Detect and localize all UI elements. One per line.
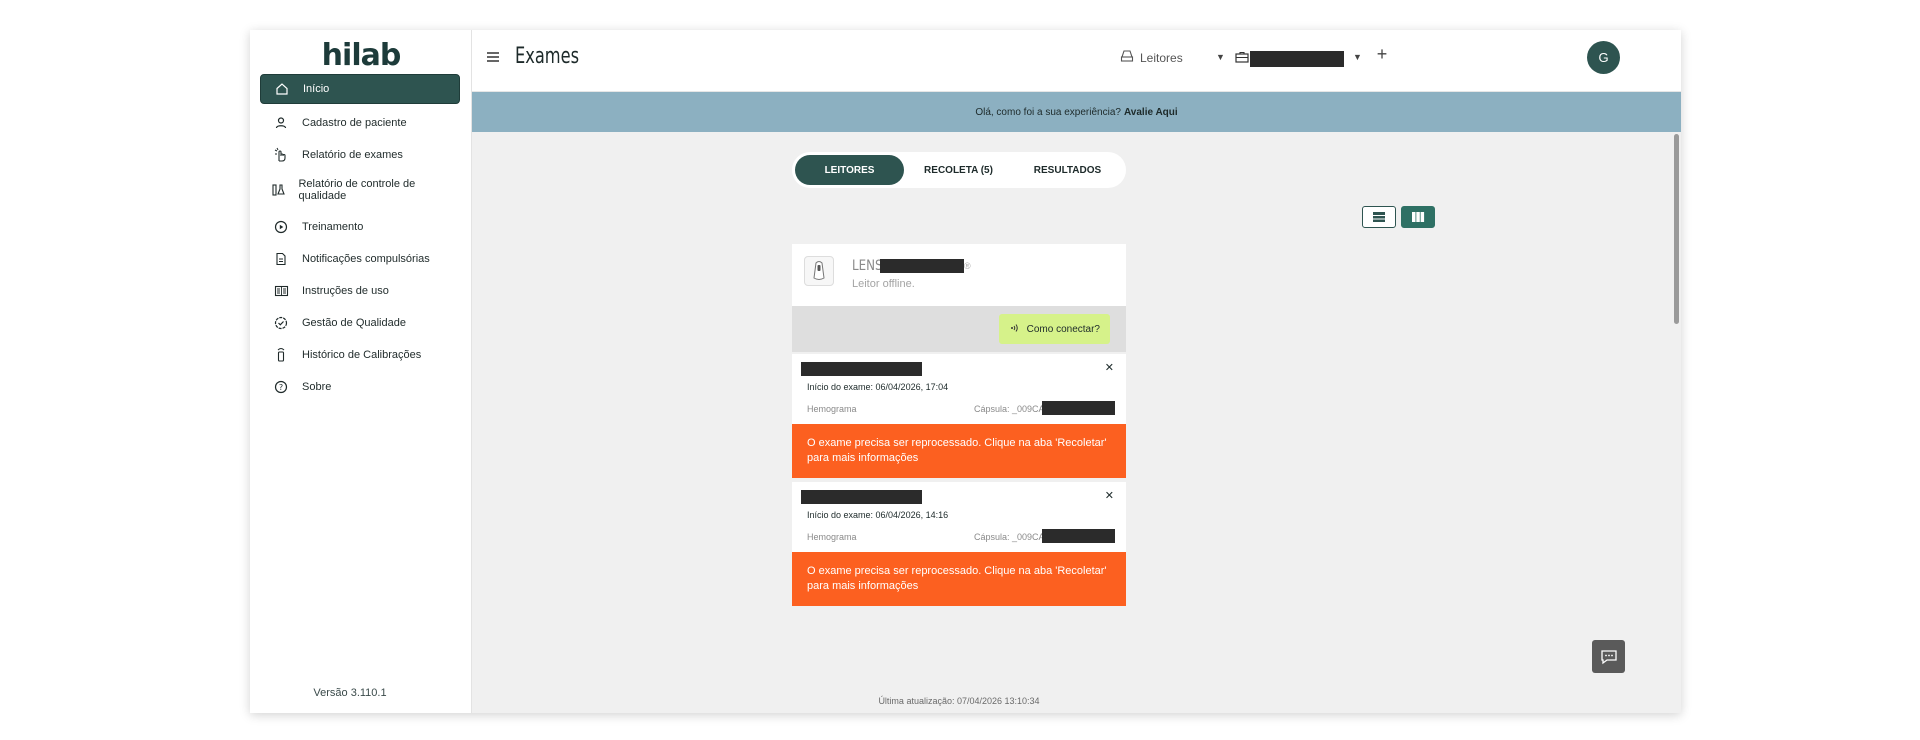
exam-tabs: LEITORES RECOLETA (5) RESULTADOS [792, 152, 1126, 188]
readers-dropdown[interactable]: Leitores [1120, 50, 1183, 65]
tab-resultados[interactable]: RESULTADOS [1013, 155, 1122, 185]
sidebar-item-label: Histórico de Calibrações [302, 349, 422, 361]
page-title: Exames [515, 44, 580, 69]
add-button[interactable]: + [1372, 44, 1392, 65]
exam-type: Hemograma [807, 532, 857, 542]
book-icon [260, 284, 302, 298]
sidebar-item-cadastro-paciente[interactable]: Cadastro de paciente [260, 108, 460, 138]
chat-button[interactable] [1592, 640, 1625, 673]
reprocess-warning[interactable]: O exame precisa ser reprocessado. Clique… [792, 552, 1126, 606]
play-circle-icon [260, 220, 302, 234]
registered-mark-icon: ® [964, 261, 971, 271]
sidebar-item-label: Sobre [302, 381, 332, 393]
lens-device-icon [804, 256, 834, 286]
exam-capsule: Cápsula: _009CA [974, 404, 1045, 414]
app-version: Versão 3.110.1 [313, 687, 387, 699]
flask-chart-icon [260, 182, 298, 198]
exam-start: Início do exame: 06/04/2026, 14:16 [807, 510, 949, 520]
exam-card: ✕ Início do exame: 06/04/2026, 17:04 Hem… [792, 354, 1126, 478]
redacted-capsule-id [1042, 529, 1115, 543]
how-to-connect-label: Como conectar? [1026, 323, 1100, 335]
sidebar-item-label: Relatório de controle de qualidade [298, 178, 416, 202]
reader-device-icon [1120, 50, 1134, 65]
exam-type: Hemograma [807, 404, 857, 414]
how-to-connect-button[interactable]: Como conectar? [998, 314, 1110, 344]
top-header: Exames Leitores ▼ ▼ + G [472, 30, 1681, 92]
avatar[interactable]: G [1587, 41, 1620, 74]
exam-start: Início do exame: 06/04/2026, 17:04 [807, 382, 949, 392]
close-icon[interactable]: ✕ [1105, 489, 1114, 502]
user-icon [260, 116, 302, 130]
sidebar-item-label: Instruções de uso [302, 285, 389, 297]
reprocess-warning[interactable]: O exame precisa ser reprocessado. Clique… [792, 424, 1126, 478]
main-content: LEITORES RECOLETA (5) RESULTADOS LENS- ®… [472, 132, 1681, 713]
sidebar-item-instrucoes[interactable]: Instruções de uso [260, 276, 460, 306]
hamburger-menu-icon[interactable] [486, 50, 500, 68]
exam-capsule: Cápsula: _009CA [974, 532, 1045, 542]
exam-card: ✕ Início do exame: 06/04/2026, 14:16 Hem… [792, 482, 1126, 606]
sidebar-item-label: Treinamento [302, 221, 364, 233]
briefcase-icon [1235, 50, 1249, 68]
home-icon [261, 82, 303, 96]
check-badge-icon [260, 316, 302, 330]
sidebar: hilab Início Cadastro de paciente Relató… [250, 30, 472, 713]
redacted-patient-name [801, 490, 922, 504]
tab-leitores[interactable]: LEITORES [795, 155, 904, 185]
grid-view-button[interactable] [1401, 206, 1435, 228]
sidebar-item-relatorio-exames[interactable]: Relatório de exames [260, 140, 460, 170]
feedback-text: Olá, como foi a sua experiência? [975, 106, 1121, 118]
sidebar-item-label: Início [303, 83, 330, 95]
reader-card: LENS- ® Leitor offline. [792, 244, 1126, 306]
app-window: hilab Início Cadastro de paciente Relató… [250, 30, 1681, 713]
help-circle-icon: ? [260, 380, 302, 394]
redacted-patient-name [801, 362, 922, 376]
sidebar-item-calibracoes[interactable]: Histórico de Calibrações [260, 340, 460, 370]
hilab-logo[interactable]: hilab [250, 38, 472, 73]
document-icon [260, 252, 302, 266]
readers-label: Leitores [1140, 50, 1183, 65]
close-icon[interactable]: ✕ [1105, 361, 1114, 374]
sidebar-item-controle-qualidade[interactable]: Relatório de controle de qualidade [260, 172, 460, 208]
list-view-button[interactable] [1362, 206, 1396, 228]
readers-caret-down-icon[interactable]: ▼ [1216, 52, 1225, 62]
scrollbar[interactable] [1674, 134, 1679, 324]
hand-pointer-icon [260, 147, 302, 163]
sidebar-item-label: Cadastro de paciente [302, 117, 407, 129]
signal-icon [1009, 323, 1019, 336]
sidebar-item-label: Relatório de exames [302, 149, 403, 161]
unit-caret-down-icon[interactable]: ▼ [1353, 52, 1362, 62]
reader-status: Leitor offline. [852, 278, 915, 290]
device-tube-icon [260, 347, 302, 363]
redacted-capsule-id [1042, 401, 1115, 415]
tab-recoleta[interactable]: RECOLETA (5) [904, 155, 1013, 185]
feedback-banner: Olá, como foi a sua experiência? Avalie … [472, 92, 1681, 132]
last-update: Última atualização: 07/04/2026 13:10:34 [878, 696, 1040, 706]
list-view-icon [1373, 212, 1385, 222]
sidebar-item-inicio[interactable]: Início [260, 74, 460, 104]
sidebar-item-label: Notificações compulsórias [302, 253, 430, 265]
svg-text:?: ? [279, 383, 283, 392]
sidebar-item-treinamento[interactable]: Treinamento [260, 212, 460, 242]
redacted-unit-name [1250, 51, 1344, 67]
feedback-link[interactable]: Avalie Aqui [1124, 107, 1178, 118]
connect-strip: Como conectar? [792, 306, 1126, 352]
sidebar-item-label: Gestão de Qualidade [302, 317, 406, 329]
sidebar-item-sobre[interactable]: ? Sobre [260, 372, 460, 402]
chat-bubble-icon [1600, 649, 1617, 664]
redacted-reader-id [880, 259, 964, 273]
sidebar-item-notificacoes[interactable]: Notificações compulsórias [260, 244, 460, 274]
grid-view-icon [1412, 212, 1425, 222]
sidebar-item-gestao-qualidade[interactable]: Gestão de Qualidade [260, 308, 460, 338]
